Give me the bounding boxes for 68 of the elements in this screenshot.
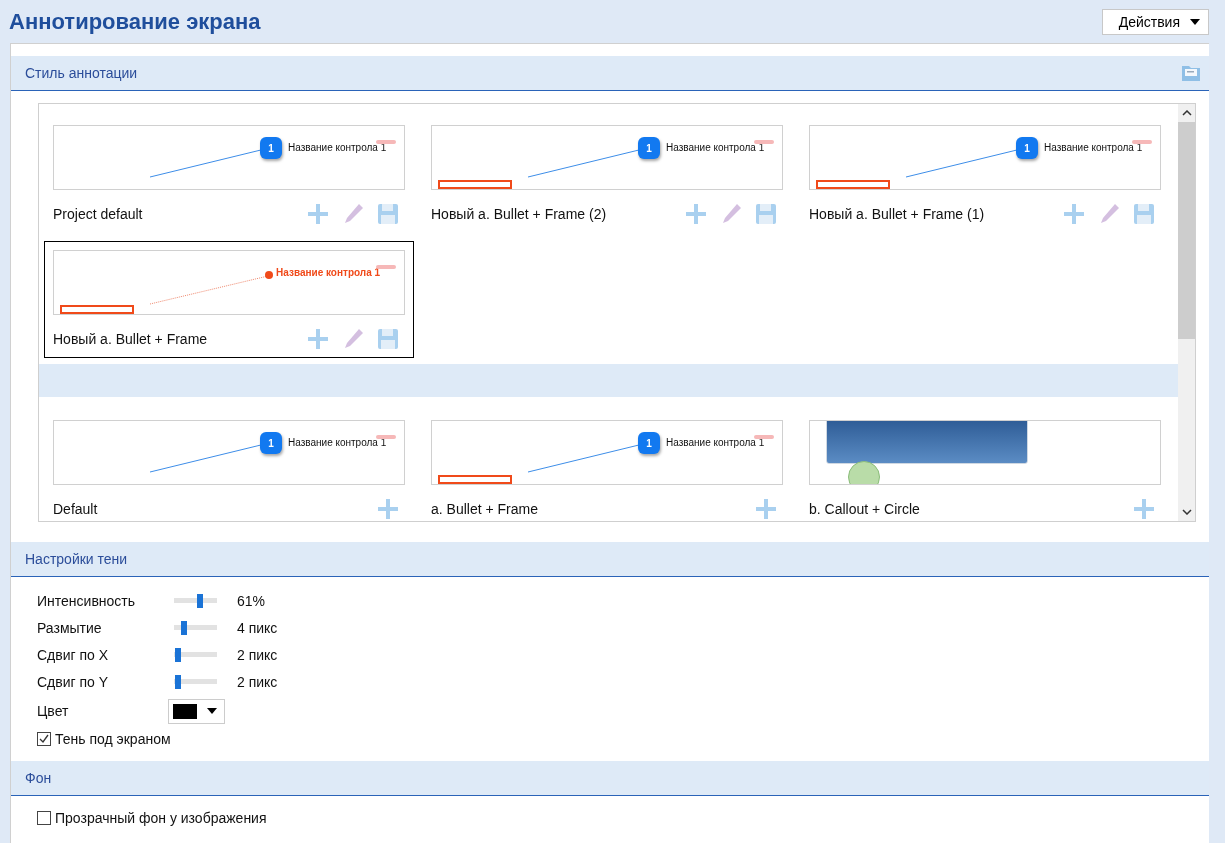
caret-icon [207,708,217,714]
pencil-icon[interactable] [1098,203,1120,225]
style-name: a. Bullet + Frame [431,501,538,517]
scrollbar[interactable] [1178,104,1195,521]
save-icon[interactable] [377,203,399,225]
scroll-down-icon[interactable] [1181,509,1192,515]
slider-label: Размытие [37,619,103,636]
plus-icon[interactable] [307,328,329,350]
pencil-icon[interactable] [342,328,364,350]
checkbox-label: Тень под экраном [55,731,171,747]
slider-label: Сдвиг по X [37,646,110,663]
plus-icon[interactable] [307,203,329,225]
marker-mark [376,140,396,144]
actions-dropdown[interactable]: Действия [1101,8,1209,35]
save-icon[interactable] [755,203,777,225]
scroll-up-icon[interactable] [1181,110,1192,116]
section-title: Фон [25,770,52,786]
pencil-icon[interactable] [720,203,742,225]
style-card[interactable]: Название контрола 1 Новый a. Bullet + Frame [44,241,414,358]
plus-icon[interactable] [755,498,777,520]
style-name: Project default [53,206,143,222]
plus-icon[interactable] [1133,498,1155,520]
style-name: Default [53,501,98,517]
caret-icon [1190,18,1200,25]
color-picker[interactable] [168,698,225,724]
marker-mark [376,265,396,269]
pencil-icon[interactable] [342,203,364,225]
section-title: Стиль аннотации [25,65,138,81]
checkbox[interactable] [37,732,51,746]
number-badge: 1 [260,432,282,454]
slider-thumb[interactable] [174,674,181,689]
preview-label: Название контрола 1 [276,267,381,278]
style-name: Новый a. Bullet + Frame (2) [431,206,607,222]
style-name: Новый a. Bullet + Frame (1) [809,206,985,222]
section-title: Настройки тени [25,551,128,567]
checkbox[interactable] [37,811,51,825]
slider-thumb[interactable] [174,647,181,662]
style-name: b. Callout + Circle [809,501,920,517]
slider-value: 61% [237,592,266,609]
plus-icon[interactable] [377,498,399,520]
scrollbar-thumb[interactable] [1178,122,1195,339]
number-badge: 1 [638,432,660,454]
slider-label: Сдвиг по Y [37,673,110,690]
save-icon[interactable] [377,328,399,350]
marker-mark [754,435,774,439]
marker-mark [1132,140,1152,144]
number-badge: 1 [638,137,660,159]
style-card[interactable]: b. Callout + Circle [800,411,1170,521]
plus-icon[interactable] [685,203,707,225]
slider-label: Интенсивность [37,592,137,609]
slider-thumb[interactable] [181,620,188,635]
slider-thumb[interactable] [196,593,203,608]
dot-mark [265,271,273,279]
number-badge: 1 [1016,137,1038,159]
style-name: Новый a. Bullet + Frame [53,331,208,347]
color-label: Цвет [37,703,70,719]
slider-value: 4 пикс [237,619,278,636]
plus-icon[interactable] [1063,203,1085,225]
slider-value: 2 пикс [237,646,278,663]
save-icon[interactable] [1133,203,1155,225]
marker-mark [754,140,774,144]
folder-icon[interactable] [1181,64,1201,82]
number-badge: 1 [260,137,282,159]
checkbox-label: Прозрачный фон у изображения [55,810,267,826]
marker-mark [376,435,396,439]
circle-shape [848,461,880,484]
slider-value: 2 пикс [237,673,278,690]
page-title: Аннотирование экрана [9,8,261,35]
